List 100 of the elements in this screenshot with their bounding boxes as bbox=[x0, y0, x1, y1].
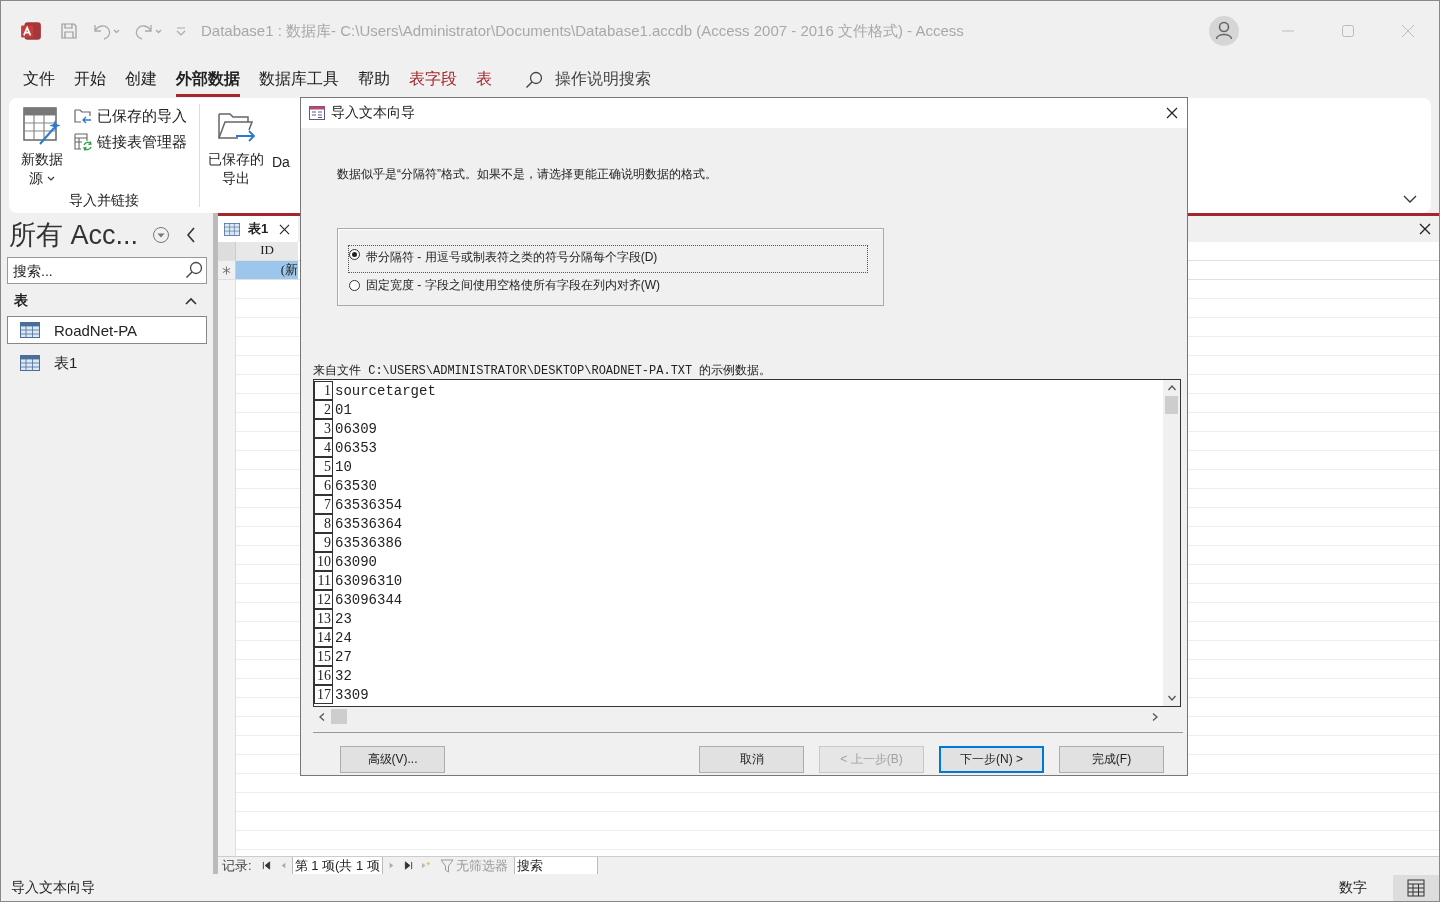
scroll-thumb[interactable] bbox=[331, 709, 347, 724]
line-number: 14 bbox=[314, 628, 333, 647]
dialog-button[interactable]: 完成(F) bbox=[1059, 746, 1164, 773]
app-logo-icon bbox=[20, 20, 42, 42]
table-cell[interactable]: (新 bbox=[236, 261, 298, 279]
sample-line: 63090 bbox=[335, 553, 377, 570]
menu-tab[interactable]: 开始 bbox=[74, 62, 106, 97]
record-label: 记录: bbox=[222, 857, 252, 874]
line-number: 1 bbox=[314, 381, 333, 400]
sample-line: 01 bbox=[335, 401, 352, 418]
line-number: 17 bbox=[314, 685, 333, 704]
line-number: 6 bbox=[314, 476, 333, 495]
table-icon bbox=[224, 222, 240, 236]
line-number: 11 bbox=[314, 571, 333, 590]
sample-line: sourcetarget bbox=[335, 382, 436, 399]
last-record-icon[interactable] bbox=[403, 861, 413, 870]
scroll-thumb[interactable] bbox=[1165, 396, 1178, 414]
record-position-field[interactable]: 第 1 项(共 1 项 bbox=[291, 857, 383, 874]
scroll-right-icon[interactable] bbox=[1151, 711, 1159, 722]
dialog-button[interactable]: 取消 bbox=[699, 746, 804, 773]
window-title: Database1 : 数据库- C:\Users\Administrator\Documents\Database1.accdb (Access 2007 - 2016 文件格式) - Access bbox=[201, 21, 964, 41]
first-record-icon[interactable] bbox=[261, 861, 271, 870]
sample-line: 10 bbox=[335, 458, 352, 475]
table-icon bbox=[20, 322, 40, 338]
caret-icon bbox=[47, 176, 55, 181]
vertical-scrollbar[interactable] bbox=[1163, 380, 1180, 706]
wizard-icon bbox=[309, 106, 325, 120]
menu-tab[interactable]: 文件 bbox=[23, 62, 55, 97]
sample-line: 27 bbox=[335, 648, 352, 665]
line-number: 3 bbox=[314, 419, 333, 438]
line-number: 16 bbox=[314, 666, 333, 685]
close-icon[interactable] bbox=[279, 223, 290, 235]
search-icon bbox=[525, 70, 543, 89]
dialog-title: 导入文本向导 bbox=[331, 104, 415, 122]
linked-table-manager-button[interactable]: 链接表管理器 bbox=[71, 132, 189, 152]
close-document-icon[interactable] bbox=[1419, 223, 1431, 235]
folder-arrow-icon bbox=[73, 106, 93, 126]
sample-line: 06353 bbox=[335, 439, 377, 456]
instruction-text: 数据似乎是“分隔符”格式。如果不是，请选择更能正确说明数据的格式。 bbox=[337, 166, 718, 183]
line-number: 7 bbox=[314, 495, 333, 514]
search-icon[interactable] bbox=[185, 261, 203, 279]
dialog-button[interactable]: 下一步(N) > bbox=[939, 746, 1044, 773]
nav-pane-title[interactable]: 所有 Acc... bbox=[9, 217, 138, 253]
column-header[interactable]: ID bbox=[236, 242, 298, 260]
menu-tab[interactable]: 创建 bbox=[125, 62, 157, 97]
sample-line: 32 bbox=[335, 667, 352, 684]
menu-tab[interactable]: 数据库工具 bbox=[259, 62, 339, 97]
sample-line: 63536354 bbox=[335, 496, 403, 513]
section-header[interactable]: 表 bbox=[14, 292, 28, 310]
dialog-button[interactable]: 高级(V)... bbox=[340, 746, 445, 773]
line-number: 10 bbox=[314, 552, 333, 571]
datasheet-view-icon[interactable] bbox=[1393, 874, 1439, 901]
search-field[interactable]: 搜索... bbox=[7, 257, 207, 284]
scroll-left-icon[interactable] bbox=[318, 711, 326, 722]
dropdown-icon[interactable] bbox=[152, 226, 170, 244]
collapse-icon[interactable] bbox=[185, 297, 197, 305]
menu-tab[interactable]: 表 bbox=[476, 62, 492, 97]
status-text: 导入文本向导 bbox=[11, 878, 95, 897]
sample-line: 24 bbox=[335, 629, 352, 646]
line-number: 15 bbox=[314, 647, 333, 666]
sample-caption: 来自文件 C:\USERS\ADMINISTRATOR\DESKTOP\ROADNET-PA.TXT 的示例数据。 bbox=[313, 363, 773, 379]
sample-line: 63096344 bbox=[335, 591, 403, 608]
radio-option[interactable]: 带分隔符 - 用逗号或制表符之类的符号分隔每个字段(D) bbox=[348, 245, 868, 273]
new-data-source-button[interactable]: 新数据 源 bbox=[19, 102, 65, 192]
line-number: 13 bbox=[314, 609, 333, 628]
line-number: 8 bbox=[314, 514, 333, 533]
search-field[interactable]: 搜索 bbox=[513, 857, 598, 874]
tell-me-search[interactable]: 操作说明搜索 bbox=[555, 69, 651, 90]
group-label: 导入并链接 bbox=[68, 192, 140, 210]
status-mode: 数字 bbox=[1339, 878, 1367, 897]
nav-item[interactable]: RoadNet-PA bbox=[7, 316, 207, 344]
asterisk-icon bbox=[222, 265, 231, 275]
customize-toolbar-icon[interactable] bbox=[175, 25, 187, 37]
radio-option[interactable]: 固定宽度 - 字段之间使用空格使所有字段在列内对齐(W) bbox=[348, 273, 868, 297]
nav-item[interactable]: 表1 bbox=[7, 349, 207, 377]
table-refresh-icon bbox=[73, 132, 93, 152]
user-avatar-icon[interactable] bbox=[1209, 16, 1239, 46]
sample-line: 23 bbox=[335, 610, 352, 627]
line-number: 12 bbox=[314, 590, 333, 609]
menu-tab[interactable]: 帮助 bbox=[358, 62, 390, 97]
menu-tab[interactable]: 表字段 bbox=[409, 62, 457, 97]
collapse-ribbon-icon[interactable] bbox=[1403, 195, 1417, 203]
document-tab[interactable]: 表1 bbox=[218, 216, 298, 242]
line-number: 5 bbox=[314, 457, 333, 476]
table-icon bbox=[20, 355, 40, 371]
sample-line: 06309 bbox=[335, 420, 377, 437]
saved-imports-button[interactable]: 已保存的导入 bbox=[71, 106, 189, 126]
line-number: 9 bbox=[314, 533, 333, 552]
saved-exports-button[interactable]: 已保存的 导出 bbox=[206, 102, 266, 192]
filter-icon bbox=[439, 858, 454, 873]
sample-line: 63536386 bbox=[335, 534, 403, 551]
record-selector[interactable] bbox=[218, 261, 236, 279]
sample-line: 63536364 bbox=[335, 515, 403, 532]
scroll-down-icon[interactable] bbox=[1166, 694, 1177, 702]
scroll-up-icon[interactable] bbox=[1166, 384, 1177, 392]
save-icon[interactable] bbox=[59, 21, 79, 41]
close-icon[interactable] bbox=[1166, 107, 1178, 119]
sample-line: 63096310 bbox=[335, 572, 403, 589]
ribbon-button-label[interactable]: Da bbox=[272, 154, 290, 170]
collapse-pane-icon[interactable] bbox=[186, 227, 196, 243]
